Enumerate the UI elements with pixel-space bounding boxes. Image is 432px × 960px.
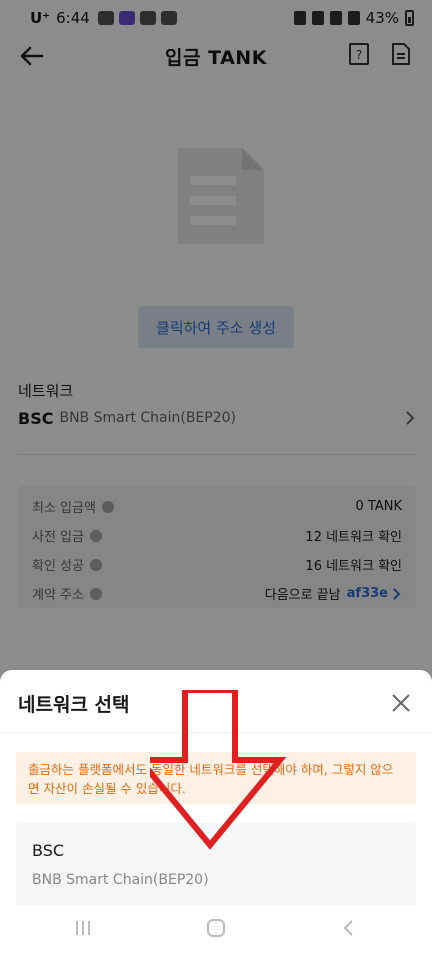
option-name: BNB Smart Chain(BEP20) (32, 872, 209, 888)
network-option-bsc[interactable]: BSC BNB Smart Chain(BEP20) (16, 823, 416, 906)
close-icon[interactable] (386, 688, 416, 718)
divider (0, 732, 432, 733)
home-icon[interactable] (204, 918, 228, 938)
back-icon[interactable] (337, 918, 361, 938)
android-nav-bar (16, 906, 416, 950)
option-code: BSC (32, 841, 65, 860)
warning-banner: 출금하는 플랫폼에서도 동일한 네트워크를 선택해야 하며, 그렇지 않으면 자… (16, 752, 416, 804)
sheet-title: 네트워크 선택 (18, 694, 130, 716)
network-select-sheet: 네트워크 선택 출금하는 플랫폼에서도 동일한 네트워크를 선택해야 하며, 그… (0, 670, 432, 960)
recent-apps-icon[interactable] (71, 918, 95, 938)
